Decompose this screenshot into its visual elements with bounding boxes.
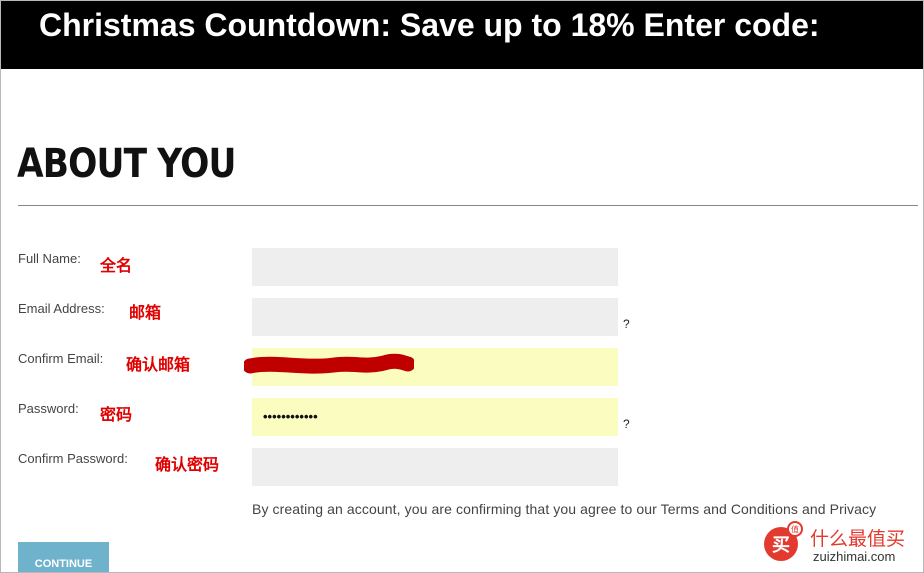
email-label: Email Address: bbox=[18, 301, 105, 316]
terms-text[interactable]: By creating an account, you are confirmi… bbox=[252, 501, 876, 517]
browser-viewport: Christmas Countdown: Save up to 18% Ente… bbox=[0, 0, 924, 573]
watermark-name: 什么最值买 bbox=[810, 529, 906, 550]
watermark-badge: 值 bbox=[791, 524, 799, 534]
email-help-icon[interactable]: ? bbox=[623, 317, 630, 331]
site-watermark: 买 值 什么最值买 zuizhimai.com bbox=[761, 518, 921, 570]
full-name-annotation: 全名 bbox=[100, 258, 133, 275]
password-label: Password: bbox=[18, 401, 79, 416]
title-divider bbox=[18, 205, 923, 206]
right-edge bbox=[918, 69, 923, 572]
promo-banner-text: Christmas Countdown: Save up to 18% Ente… bbox=[39, 7, 820, 43]
redaction-scribble bbox=[244, 353, 414, 374]
full-name-input[interactable] bbox=[252, 248, 618, 286]
continue-button[interactable]: CONTINUE bbox=[18, 542, 109, 572]
confirm-email-annotation: 确认邮箱 bbox=[126, 357, 191, 374]
promo-banner[interactable]: Christmas Countdown: Save up to 18% Ente… bbox=[1, 1, 923, 69]
watermark-logo-text: 买 bbox=[772, 535, 790, 556]
watermark-logo-icon: 买 值 bbox=[764, 521, 803, 561]
confirm-email-label: Confirm Email: bbox=[18, 351, 104, 366]
password-help-icon[interactable]: ? bbox=[623, 417, 630, 431]
email-input[interactable] bbox=[252, 298, 618, 336]
page-title: ABOUT YOU bbox=[17, 141, 236, 187]
full-name-label: Full Name: bbox=[18, 251, 81, 266]
confirm-password-annotation: 确认密码 bbox=[155, 457, 220, 474]
confirm-password-label: Confirm Password: bbox=[18, 451, 128, 466]
confirm-password-input[interactable] bbox=[252, 448, 618, 486]
email-annotation: 邮箱 bbox=[129, 305, 162, 322]
watermark-url: zuizhimai.com bbox=[813, 549, 896, 564]
password-value: •••••••••••• bbox=[263, 409, 318, 424]
password-annotation: 密码 bbox=[100, 407, 133, 424]
